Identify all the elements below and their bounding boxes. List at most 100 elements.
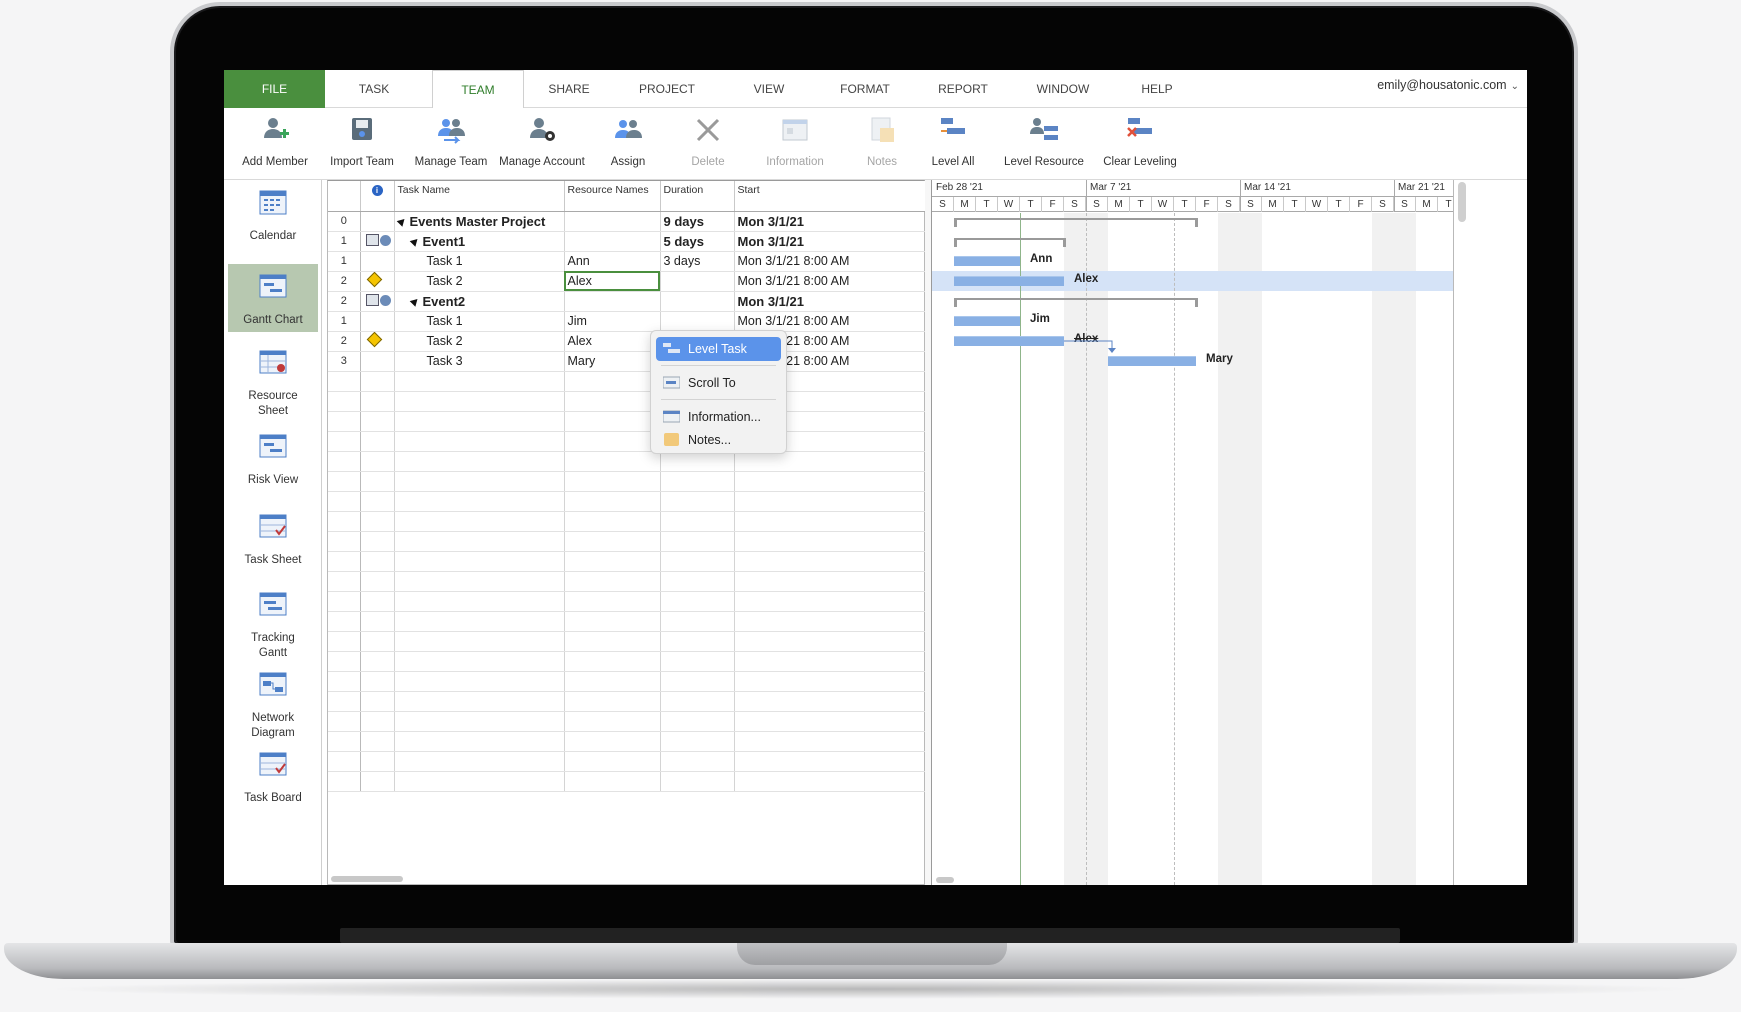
empty-cell[interactable] [394,651,564,671]
empty-cell[interactable] [564,591,660,611]
empty-row[interactable] [328,571,926,591]
resource-cell[interactable]: Jim [564,311,660,331]
empty-cell[interactable] [734,691,926,711]
empty-cell[interactable] [360,591,394,611]
empty-row[interactable] [328,491,926,511]
empty-cell[interactable] [660,731,734,751]
tab-team[interactable]: TEAM [432,70,524,109]
empty-row[interactable] [328,371,926,391]
empty-cell[interactable] [360,451,394,471]
header-duration[interactable]: Duration [660,181,734,211]
empty-cell[interactable] [734,771,926,791]
table-row[interactable]: 1 Task 1 Ann 3 days Mon 3/1/21 8:00 AM [328,251,926,271]
delete-button[interactable]: Delete [676,108,740,180]
header-task-name[interactable]: Task Name [394,181,564,211]
empty-cell[interactable] [660,771,734,791]
empty-cell[interactable] [328,631,360,651]
empty-cell[interactable] [360,691,394,711]
empty-cell[interactable] [734,511,926,531]
empty-cell[interactable] [360,631,394,651]
empty-cell[interactable] [360,651,394,671]
empty-cell[interactable] [328,691,360,711]
empty-cell[interactable] [734,491,926,511]
summary-bar-event1[interactable] [954,238,1066,247]
empty-cell[interactable] [360,431,394,451]
empty-cell[interactable] [394,751,564,771]
summary-bar-event2[interactable] [954,298,1198,307]
tab-report[interactable]: REPORT [920,70,1006,108]
empty-cell[interactable] [394,371,564,391]
empty-cell[interactable] [394,391,564,411]
empty-row[interactable] [328,591,926,611]
tab-share[interactable]: SHARE [529,70,609,108]
empty-cell[interactable] [394,731,564,751]
grid-scroll-thumb[interactable] [331,876,403,882]
empty-cell[interactable] [328,531,360,551]
table-row[interactable]: 2 Task 2 Alex Mon 3/1/21 8:00 AM [328,331,926,351]
empty-cell[interactable] [734,551,926,571]
start-cell[interactable]: Mon 3/1/21 8:00 AM [734,311,926,331]
table-row[interactable]: 2 Event2 Mon 3/1/21 [328,291,926,311]
empty-cell[interactable] [328,611,360,631]
tab-project[interactable]: PROJECT [624,70,710,108]
task-name-cell[interactable]: Event1 [394,231,564,251]
empty-row[interactable] [328,611,926,631]
empty-cell[interactable] [394,631,564,651]
empty-cell[interactable] [564,691,660,711]
grid-horizontal-scrollbar[interactable] [328,874,924,884]
empty-cell[interactable] [360,511,394,531]
resource-cell[interactable] [564,231,660,251]
empty-cell[interactable] [660,491,734,511]
empty-cell[interactable] [328,451,360,471]
view-network-diagram[interactable]: NetworkDiagram [228,662,318,742]
empty-cell[interactable] [394,471,564,491]
empty-cell[interactable] [564,391,660,411]
menu-item-level-task[interactable]: Level Task [656,337,781,361]
empty-cell[interactable] [328,431,360,451]
empty-cell[interactable] [360,411,394,431]
empty-cell[interactable] [328,491,360,511]
empty-cell[interactable] [328,731,360,751]
table-row[interactable]: 2 Task 2 Alex Mon 3/1/21 8:00 AM [328,271,926,291]
collapse-triangle-icon[interactable] [409,296,420,307]
header-resource-names[interactable]: Resource Names [564,181,660,211]
empty-cell[interactable] [328,591,360,611]
view-tracking-gantt[interactable]: TrackingGantt [228,582,318,662]
empty-cell[interactable] [564,411,660,431]
task-bar[interactable] [954,336,1064,346]
summary-bar-project[interactable] [954,218,1198,227]
header-info[interactable]: i [360,181,394,211]
empty-cell[interactable] [360,491,394,511]
tab-task[interactable]: TASK [334,70,414,108]
empty-cell[interactable] [734,711,926,731]
collapse-triangle-icon[interactable] [396,216,407,227]
empty-cell[interactable] [328,391,360,411]
empty-cell[interactable] [660,631,734,651]
empty-cell[interactable] [394,611,564,631]
table-row[interactable]: 1 Event1 5 days Mon 3/1/21 [328,231,926,251]
empty-cell[interactable] [564,471,660,491]
duration-cell[interactable] [660,271,734,291]
resource-cell[interactable]: Alex [564,331,660,351]
empty-cell[interactable] [660,671,734,691]
warning-icon[interactable] [366,332,382,348]
empty-cell[interactable] [660,571,734,591]
start-cell[interactable]: Mon 3/1/21 [734,231,926,251]
collapse-triangle-icon[interactable] [409,236,420,247]
empty-cell[interactable] [394,771,564,791]
empty-cell[interactable] [564,751,660,771]
empty-row[interactable] [328,711,926,731]
empty-cell[interactable] [328,371,360,391]
resource-cell[interactable] [564,211,660,231]
gantt-vertical-scrollbar[interactable] [1458,182,1466,222]
empty-cell[interactable] [564,491,660,511]
tab-help[interactable]: HELP [1117,70,1197,108]
duration-cell[interactable] [660,291,734,311]
empty-cell[interactable] [564,431,660,451]
empty-row[interactable] [328,651,926,671]
empty-row[interactable] [328,411,926,431]
task-name-cell[interactable]: Event2 [394,291,564,311]
empty-cell[interactable] [660,691,734,711]
empty-cell[interactable] [660,551,734,571]
resource-cell[interactable]: Mary [564,351,660,371]
